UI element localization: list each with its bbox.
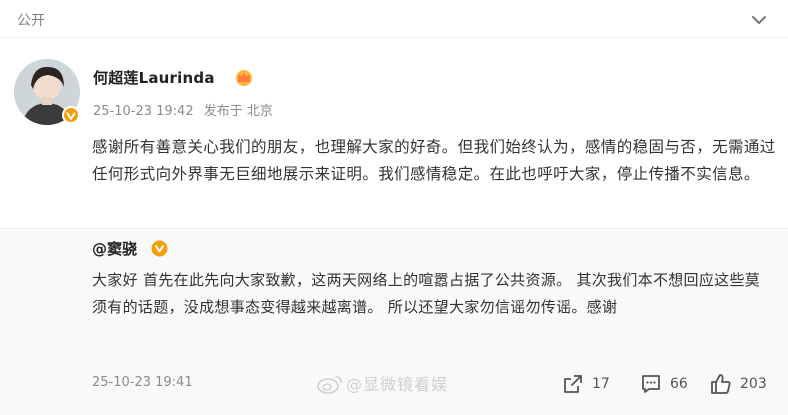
comment-button[interactable]: 66 xyxy=(640,373,688,395)
crown-icon[interactable] xyxy=(234,68,254,86)
repost-content: 大家好 首先在此先向大家致歉，这两天网络上的喧嚣占据了公共资源。 其次我们本不想… xyxy=(92,271,761,316)
like-count: 203 xyxy=(740,376,767,392)
repost-button[interactable]: 17 xyxy=(562,373,610,395)
more-options-button[interactable] xyxy=(750,11,768,29)
thumbs-up-icon xyxy=(711,374,731,394)
comment-count: 66 xyxy=(670,376,688,392)
post-content: 感谢所有善意关心我们的朋友，也理解大家的好奇。但我们始终认为，感情的稳固与否，无… xyxy=(92,138,776,183)
verified-v-icon xyxy=(151,240,168,257)
watermark-text: @显微镜看娱 xyxy=(346,375,449,394)
post-source: 发布于 北京 xyxy=(203,104,273,119)
weibo-post: 何超莲Laurinda 25-10-23 19:42 发布于 北京 感谢所有善意… xyxy=(0,38,788,228)
verified-v-icon xyxy=(62,106,80,124)
post-timestamp[interactable]: 25-10-23 19:42 xyxy=(93,104,194,119)
chevron-down-icon xyxy=(752,16,766,24)
comment-icon xyxy=(642,375,660,393)
weibo-logo-icon xyxy=(317,376,342,394)
reposted-weibo[interactable]: @窦骁 大家好 首先在此先向大家致歉，这两天网络上的喧嚣占据了公共资源。 其次我… xyxy=(0,228,788,415)
repost-count: 17 xyxy=(592,376,610,392)
post-header-bar: 公开 xyxy=(0,0,788,38)
repost-timestamp[interactable]: 25-10-23 19:41 xyxy=(92,375,193,390)
repost-author-name[interactable]: @窦骁 xyxy=(92,238,137,259)
watermark: @显微镜看娱 xyxy=(316,371,448,395)
like-button[interactable]: 203 xyxy=(710,373,767,395)
author-avatar[interactable] xyxy=(14,59,80,125)
post-meta: 25-10-23 19:42 发布于 北京 xyxy=(93,100,279,119)
repost-icon xyxy=(564,375,582,393)
visibility-label: 公开 xyxy=(17,13,45,29)
author-name[interactable]: 何超莲Laurinda xyxy=(93,67,215,88)
